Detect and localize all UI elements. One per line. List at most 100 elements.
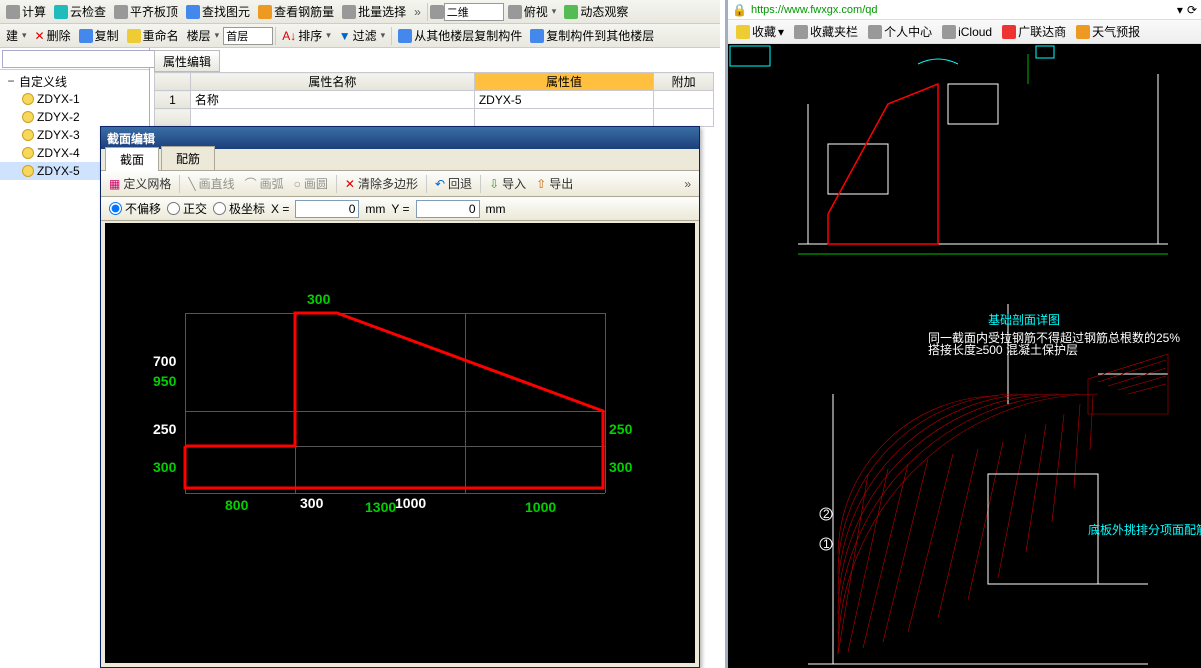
copyfrom-icon (398, 29, 412, 43)
bookmark-glodon[interactable]: 广联达商 (998, 23, 1070, 40)
refresh-icon[interactable]: ⟳ (1187, 3, 1197, 17)
filter-button[interactable]: ▼过滤 (335, 25, 389, 47)
layer-button[interactable]: 楼层 (183, 25, 224, 47)
copy-from-floor-button[interactable]: 从其他楼层复制构件 (394, 25, 526, 47)
collapse-icon[interactable]: − (6, 74, 16, 88)
y-label: Y = (391, 202, 409, 216)
bookmark-icloud[interactable]: iCloud (938, 25, 996, 39)
dim-250l: 250 (153, 421, 176, 437)
cad-title-2: 底板外挑排分项面配筋图 (1088, 522, 1201, 537)
rename-button[interactable]: 重命名 (123, 25, 183, 47)
export-button[interactable]: ⇧导出 (532, 173, 577, 195)
dialog-coord-bar: 不偏移 正交 极坐标 X = mm Y = mm (101, 197, 699, 221)
bookmark-folder[interactable]: 收藏夹栏 (790, 23, 862, 40)
weather-icon (1076, 25, 1090, 39)
attr-row[interactable]: 1 名称 ZDYX-5 (155, 91, 714, 109)
address-bar: 🔒 https://www.fwxgx.com/qd ▾ ⟳ (728, 0, 1201, 20)
view-rebar-button[interactable]: 查看钢筋量 (254, 1, 338, 23)
person-icon (868, 25, 882, 39)
top-view-button[interactable]: 俯视 (504, 1, 561, 23)
rebar-icon (258, 5, 272, 19)
dim-1000b: 1000 (525, 499, 556, 515)
flatten-icon (114, 5, 128, 19)
draw-arc-button[interactable]: ⌒画弧 (241, 173, 288, 195)
view-mode-icon[interactable] (430, 5, 444, 19)
import-button[interactable]: ⇩导入 (485, 173, 530, 195)
build-button[interactable]: 建 (2, 25, 31, 47)
svg-text:2: 2 (823, 507, 830, 521)
copyto-icon (530, 29, 544, 43)
topview-icon (508, 5, 522, 19)
url-text[interactable]: https://www.fwxgx.com/qd (751, 4, 1173, 16)
sort-button[interactable]: A↓排序 (278, 25, 335, 47)
browser-pane: 🔒 https://www.fwxgx.com/qd ▾ ⟳ 收藏▾ 收藏夹栏 … (725, 0, 1201, 668)
dim-300r: 300 (609, 459, 632, 475)
section-polygon (105, 223, 705, 663)
component-icon (22, 147, 34, 159)
dim-1300: 1300 (365, 499, 396, 515)
draw-circle-button[interactable]: ○画圆 (290, 173, 332, 195)
tree-item-zdyx-2[interactable]: ZDYX-2 (0, 108, 149, 126)
tab-rebar[interactable]: 配筋 (161, 146, 215, 170)
star-icon (736, 25, 750, 39)
dialog-toolbar-overflow[interactable]: » (680, 177, 695, 191)
calc-icon (6, 5, 20, 19)
calc-button[interactable]: 计算 (2, 1, 50, 23)
cad-title: 基础剖面详图 (988, 312, 1060, 327)
dim-top: 300 (307, 291, 330, 307)
ortho-radio[interactable]: 正交 (167, 200, 207, 217)
apple-icon (942, 25, 956, 39)
attr-col-value: 属性值 (474, 73, 653, 91)
batch-select-button[interactable]: 批量选择 (338, 1, 410, 23)
tab-section[interactable]: 截面 (105, 147, 159, 171)
component-icon (22, 93, 34, 105)
cloud-check-button[interactable]: 云检查 (50, 1, 110, 23)
x-input[interactable] (295, 200, 359, 218)
find-elem-button[interactable]: 查找图元 (182, 1, 254, 23)
orbit-button[interactable]: 动态观察 (560, 1, 632, 23)
cloud-icon (54, 5, 68, 19)
attr-row[interactable] (155, 109, 714, 127)
attr-col-rownum (155, 73, 191, 91)
bookmark-weather[interactable]: 天气预报 (1072, 23, 1144, 40)
undo-button[interactable]: ↶回退 (431, 173, 476, 195)
dialog-toolbar: ▦定义网格 ╲画直线 ⌒画弧 ○画圆 ✕清除多边形 ↶回退 ⇩导入 ⇧导出 » (101, 171, 699, 197)
bookmark-personal[interactable]: 个人中心 (864, 23, 936, 40)
copy-button[interactable]: 复制 (75, 25, 123, 47)
tree-search-input[interactable] (2, 50, 163, 68)
dim-700: 700 (153, 353, 176, 369)
lock-icon: 🔒 (732, 3, 747, 17)
cad-viewport[interactable]: 基础剖面详图 同一截面内受拉钢筋不得超过钢筋总根数的25% 搭接长度≥500 混… (728, 44, 1201, 668)
y-input[interactable] (416, 200, 480, 218)
tree-root[interactable]: −自定义线 (0, 72, 149, 90)
delete-button[interactable]: ✕删除 (31, 25, 75, 47)
svg-text:1: 1 (823, 537, 830, 551)
attribute-tab[interactable]: 属性编辑 (154, 50, 220, 72)
tree-item-zdyx-1[interactable]: ZDYX-1 (0, 90, 149, 108)
component-icon (22, 111, 34, 123)
no-offset-radio[interactable]: 不偏移 (109, 200, 161, 217)
dropdown-icon[interactable]: ▾ (1177, 3, 1183, 17)
copy-to-floor-button[interactable]: 复制构件到其他楼层 (526, 25, 658, 47)
tree-search: 🔍 (0, 48, 149, 70)
dim-250r: 250 (609, 421, 632, 437)
draw-line-button[interactable]: ╲画直线 (184, 173, 238, 195)
svg-text:搭接长度≥500 混凝土保护层: 搭接长度≥500 混凝土保护层 (928, 342, 1078, 357)
view-mode-combo[interactable]: 二维 (444, 3, 504, 21)
flatten-button[interactable]: 平齐板顶 (110, 1, 182, 23)
floor-combo[interactable]: 首层 (223, 27, 273, 45)
bookmarks-bar: 收藏▾ 收藏夹栏 个人中心 iCloud 广联达商 天气预报 (728, 20, 1201, 44)
find-icon (186, 5, 200, 19)
attribute-table: 属性名称 属性值 附加 1 名称 ZDYX-5 (154, 72, 714, 127)
copy-icon (79, 29, 93, 43)
sub-toolbar: 建 ✕删除 复制 重命名 楼层 首层 A↓排序 ▼过滤 从其他楼层复制构件 复制… (0, 24, 720, 48)
orbit-icon (564, 5, 578, 19)
section-canvas[interactable]: 300 700 950 250 300 800 300 1300 1000 10… (105, 223, 695, 663)
toolbar-overflow[interactable]: » (410, 5, 425, 19)
attr-col-name: 属性名称 (190, 73, 474, 91)
clear-poly-button[interactable]: ✕清除多边形 (341, 173, 422, 195)
attr-col-extra: 附加 (654, 73, 714, 91)
bookmark-fav[interactable]: 收藏▾ (732, 23, 788, 40)
polar-radio[interactable]: 极坐标 (213, 200, 265, 217)
define-grid-button[interactable]: ▦定义网格 (105, 173, 175, 195)
